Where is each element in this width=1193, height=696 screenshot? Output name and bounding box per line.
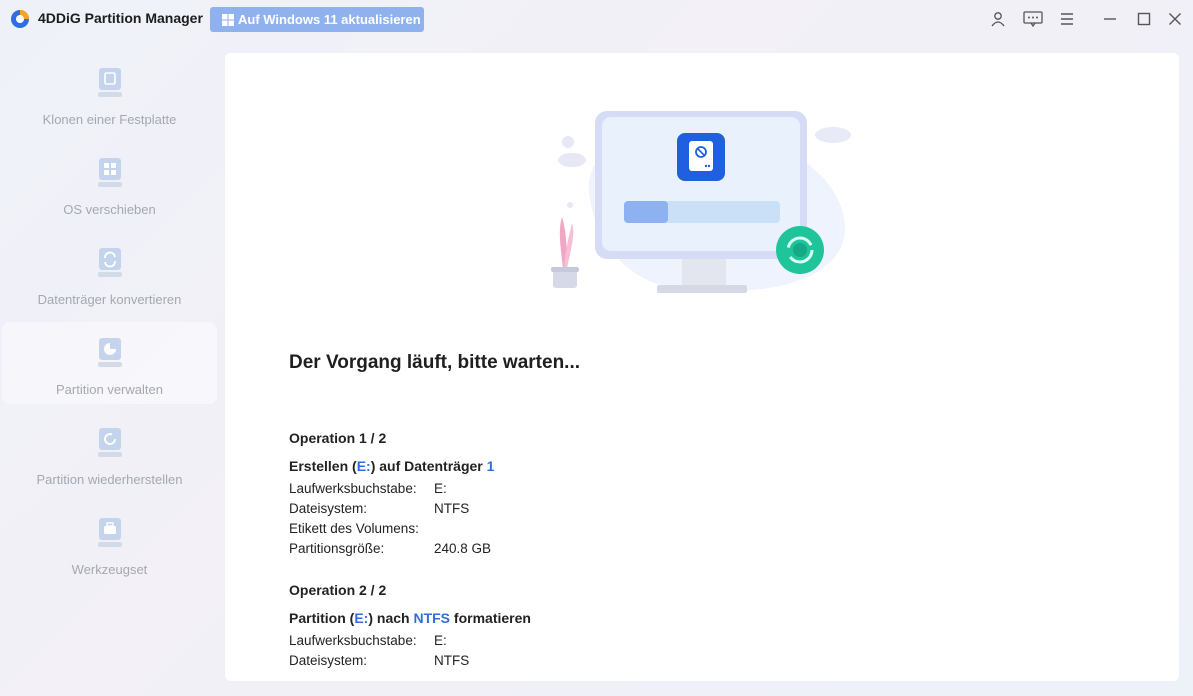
partition-manage-icon: [97, 338, 122, 367]
maximize-icon[interactable]: [1133, 8, 1155, 30]
upgrade-windows-button[interactable]: Auf Windows 11 aktualisieren: [210, 7, 424, 32]
detail-row: Dateisystem: NTFS: [289, 498, 889, 518]
detail-key: Laufwerksbuchstabe:: [289, 632, 417, 648]
desc-text: ) auf Datenträger: [370, 458, 487, 474]
app-title: 4DDiG Partition Manager: [38, 10, 203, 26]
operation-status-heading: Der Vorgang läuft, bitte warten...: [289, 352, 581, 373]
operation-block: Operation 1 / 2 Erstellen (E:) auf Daten…: [289, 430, 889, 558]
account-icon[interactable]: [987, 8, 1009, 30]
os-migrate-icon: [97, 158, 122, 187]
detail-row: Etikett des Volumens:: [289, 518, 889, 538]
detail-value: E:: [434, 632, 447, 648]
sidebar: Klonen einer Festplatte OS verschieben D…: [0, 52, 222, 682]
menu-icon[interactable]: [1056, 8, 1078, 30]
desc-text: Erstellen (: [289, 458, 357, 474]
sidebar-item-label: Partition wiederherstellen: [36, 472, 183, 487]
detail-value: NTFS: [434, 500, 470, 516]
sidebar-item-label: Klonen einer Festplatte: [42, 112, 177, 127]
detail-row: Partitionsgröße: 240.8 GB: [289, 538, 889, 558]
minimize-icon[interactable]: [1099, 8, 1121, 30]
toolkit-icon: [97, 518, 122, 547]
convert-disk-icon: [97, 248, 122, 277]
detail-key: Partitionsgröße:: [289, 540, 385, 556]
operation-title: Operation 1 / 2: [289, 430, 387, 446]
detail-row: Laufwerksbuchstabe: E:: [289, 630, 889, 650]
sidebar-item-partition-manage[interactable]: Partition verwalten: [2, 322, 217, 404]
computer-progress-illustration: [551, 111, 851, 293]
sidebar-item-clone-disk[interactable]: Klonen einer Festplatte: [2, 52, 217, 134]
detail-key: Dateisystem:: [289, 500, 368, 516]
sidebar-item-convert-disk[interactable]: Datenträger konvertieren: [2, 232, 217, 314]
sidebar-item-label: Werkzeugset: [71, 562, 148, 577]
sidebar-item-os-migrate[interactable]: OS verschieben: [2, 142, 217, 224]
drive-letter-highlight: E:: [356, 458, 371, 474]
upgrade-label: Auf Windows 11 aktualisieren: [238, 12, 421, 27]
detail-row: Dateisystem: NTFS: [289, 650, 889, 670]
operation-description: Erstellen (E:) auf Datenträger 1: [289, 458, 889, 478]
drive-letter-highlight: E:: [354, 610, 369, 626]
feedback-icon[interactable]: [1022, 8, 1044, 30]
desc-text: formatieren: [450, 610, 531, 626]
partition-restore-icon: [97, 428, 122, 457]
clone-disk-icon: [97, 68, 122, 97]
sidebar-item-label: Datenträger konvertieren: [37, 292, 182, 307]
main-panel: Der Vorgang läuft, bitte warten... Opera…: [225, 53, 1179, 681]
filesystem-highlight: NTFS: [413, 610, 451, 626]
disk-number-highlight: 1: [486, 458, 495, 474]
detail-key: Dateisystem:: [289, 652, 368, 668]
sidebar-item-partition-restore[interactable]: Partition wiederherstellen: [2, 412, 217, 494]
windows-icon: [222, 13, 234, 26]
sidebar-item-label: OS verschieben: [63, 202, 156, 217]
operations-list: Operation 1 / 2 Erstellen (E:) auf Daten…: [289, 430, 889, 670]
detail-key: Laufwerksbuchstabe:: [289, 480, 417, 496]
detail-value: E:: [434, 480, 447, 496]
app-logo-icon: [11, 10, 29, 28]
title-bar: 4DDiG Partition Manager Auf Windows 11 a…: [0, 0, 1193, 38]
operation-description: Partition (E:) nach NTFS formatieren: [289, 610, 889, 630]
close-icon[interactable]: [1164, 8, 1186, 30]
sidebar-item-label: Partition verwalten: [56, 382, 163, 397]
operation-block: Operation 2 / 2 Partition (E:) nach NTFS…: [289, 582, 889, 670]
detail-value: NTFS: [434, 652, 470, 668]
detail-row: Laufwerksbuchstabe: E:: [289, 478, 889, 498]
sidebar-item-toolkit[interactable]: Werkzeugset: [2, 502, 217, 584]
desc-text: ) nach: [368, 610, 414, 626]
operation-title: Operation 2 / 2: [289, 582, 387, 598]
detail-key: Etikett des Volumens:: [289, 520, 419, 536]
detail-value: 240.8 GB: [434, 540, 492, 556]
desc-text: Partition (: [289, 610, 355, 626]
